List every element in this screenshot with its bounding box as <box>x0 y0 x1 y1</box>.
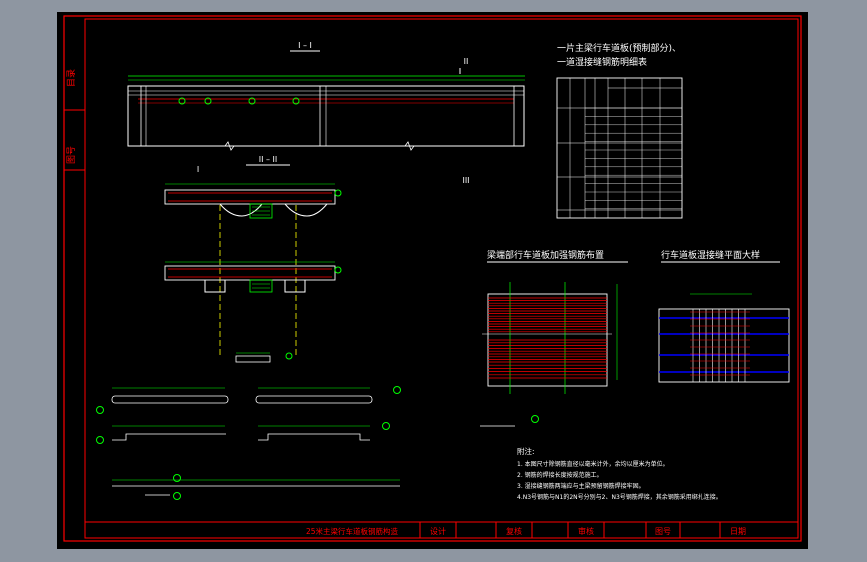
approve-label: 审核 <box>578 526 594 536</box>
section-mark-i: I <box>197 165 199 174</box>
section-1-1-title: I – I <box>298 41 312 50</box>
table-title-line2: 一道湿接缝钢筋明细表 <box>557 56 647 68</box>
section-mark-iii: III <box>462 176 469 185</box>
plan-left-title: 梁端部行车道板加强钢筋布置 <box>487 249 604 261</box>
drawing-no-label: 图号 <box>655 527 671 536</box>
note-line-1: 1. 本图尺寸除钢筋直径以毫米计外，余均以厘米为单位。 <box>517 460 669 468</box>
date-label: 日期 <box>730 527 746 536</box>
drawing-background <box>57 12 808 549</box>
review-label: 复核 <box>506 526 522 536</box>
drawing-name: 25米主梁行车道板钢筋构造 <box>306 526 399 536</box>
section-mark-ii: II <box>464 57 469 66</box>
plan-right-title: 行车道板湿接缝平面大样 <box>661 249 760 261</box>
note-line-4: 4.N3号钢筋与N1的2N号分别与2、N3号钢筋焊接，其余钢筋采用绑扎连接。 <box>517 493 722 501</box>
left-strip-label-top: 目录 <box>66 69 77 87</box>
table-title-line1: 一片主梁行车道板(预制部分)、 <box>557 42 681 54</box>
section-2-2-title: II – II <box>259 155 278 164</box>
left-strip-label-bottom: 图号 <box>66 146 77 164</box>
design-label: 设计 <box>430 526 446 536</box>
note-line-2: 2. 钢筋的焊接长度按规范施工。 <box>517 471 603 479</box>
cad-drawing-sheet: 目录 图号 I – I II I II – II 一片主梁行车道板(预制部分)、… <box>57 12 808 549</box>
note-line-3: 3. 湿接缝钢筋两端应与主梁预留钢筋焊接牢固。 <box>517 482 645 490</box>
notes-heading: 附注: <box>517 446 535 456</box>
